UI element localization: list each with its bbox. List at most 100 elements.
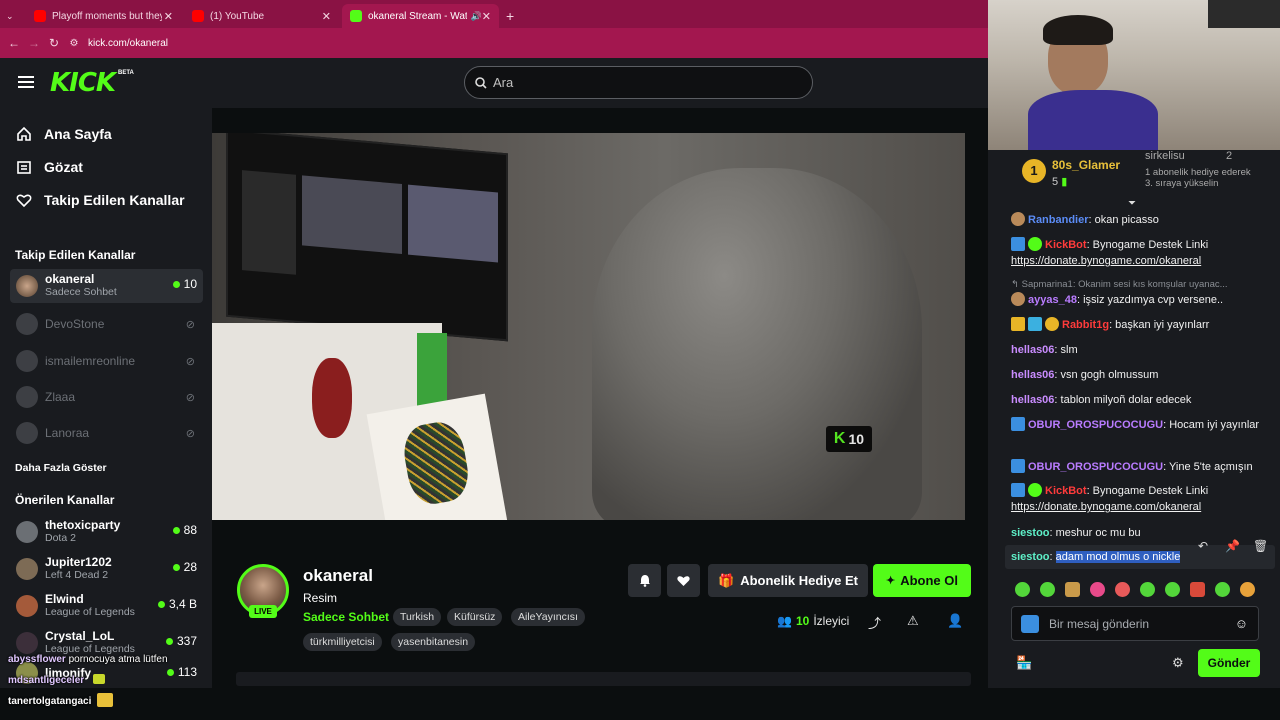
donation-link[interactable]: https://donate.bynogame.com/okaneral — [1011, 501, 1201, 513]
avatar — [16, 595, 38, 617]
channel-category: Left 4 Dead 2 — [45, 569, 109, 581]
chevron-down-icon[interactable]: ⏷ — [1128, 198, 1136, 209]
emoji-icon[interactable]: ☺ — [1235, 616, 1248, 631]
tag-turkmilliyetcisi[interactable]: türkmilliyetcisi — [303, 633, 382, 651]
url-text[interactable]: kick.com/okaneral — [88, 38, 168, 49]
emote-icon[interactable] — [1115, 582, 1130, 597]
notification-button[interactable] — [628, 564, 661, 597]
nav-home[interactable]: Ana Sayfa — [16, 126, 112, 142]
chat-message: OBUR_OROSPUCOCUGU: Yine 5'te açmışın — [1011, 459, 1266, 475]
emote-icon[interactable] — [1190, 582, 1205, 597]
rank-badge: 1 — [1022, 159, 1046, 183]
overlay-bar — [0, 688, 988, 720]
users-icon: 👥 — [777, 614, 792, 628]
channel-category: League of Legends — [45, 606, 135, 618]
followed-channel-lanoraa[interactable]: Lanoraa ⊘ — [10, 416, 203, 450]
streamer-name[interactable]: okaneral — [303, 566, 373, 586]
forward-icon[interactable]: → — [24, 36, 44, 50]
tab-title: okaneral Stream - Watch Li — [368, 10, 467, 22]
close-tab-icon[interactable]: ✕ — [322, 10, 331, 23]
user-actions-icon[interactable]: 👤 — [947, 613, 963, 629]
chat-input-box[interactable]: ☺ — [1011, 606, 1259, 641]
tag-kufursuz[interactable]: Küfürsüz — [447, 608, 503, 626]
search-input[interactable] — [493, 75, 773, 90]
channel-name: Jupiter1202 — [45, 555, 112, 569]
reply-icon[interactable]: ↶ — [1198, 539, 1208, 553]
close-tab-icon[interactable]: ✕ — [164, 10, 173, 23]
recommended-channel-elwind[interactable]: Elwind League of Legends 3,4 B — [10, 589, 203, 623]
browser-tab-bar: ⌄ Playoff moments but they get ✕ (1) You… — [0, 0, 988, 28]
share-icon[interactable]: ⤴ — [868, 613, 881, 632]
audio-icon[interactable]: 🔊 — [471, 11, 482, 22]
nav-following[interactable]: Takip Edilen Kanallar — [16, 192, 185, 208]
search-bar[interactable] — [464, 66, 813, 99]
pin-icon[interactable]: 📌 — [1225, 539, 1240, 553]
emote-icon[interactable] — [1090, 582, 1105, 597]
tag-turkish[interactable]: Turkish — [393, 608, 442, 626]
followed-channel-zlaaa[interactable]: Zlaaa ⊘ — [10, 380, 203, 414]
home-icon — [16, 126, 32, 142]
followed-channel-okaneral[interactable]: okaneral Sadece Sohbet 10 — [10, 269, 203, 303]
emote-icon[interactable] — [1040, 582, 1055, 597]
emote-icon[interactable] — [1215, 582, 1230, 597]
emote-icon[interactable] — [1165, 582, 1180, 597]
delete-icon[interactable]: 🗑 — [1253, 539, 1268, 553]
recommended-channel-thetoxicparty[interactable]: thetoxicparty Dota 2 88 — [10, 515, 203, 549]
emote-icon[interactable] — [1240, 582, 1255, 597]
channel-name: Zlaaa — [45, 389, 76, 404]
send-button[interactable]: Gönder — [1198, 649, 1260, 677]
overlay-chat-line: tanertolgatangaci — [8, 693, 114, 707]
recommended-channel-jupiter1202[interactable]: Jupiter1202 Left 4 Dead 2 28 — [10, 552, 203, 586]
emote-icon[interactable] — [1065, 582, 1080, 597]
gift-label: Abonelik Hediye Et — [740, 573, 858, 588]
close-tab-icon[interactable]: ✕ — [482, 10, 491, 23]
new-tab-button[interactable]: + — [502, 4, 522, 28]
channel-name: DevoStone — [45, 316, 105, 331]
report-icon[interactable]: ⚠ — [907, 613, 919, 629]
stream-category[interactable]: Sadece Sohbet — [303, 610, 389, 624]
show-more-link[interactable]: Daha Fazla Göster — [15, 462, 107, 474]
live-dot-icon — [172, 526, 180, 534]
badge-icon — [1028, 317, 1042, 331]
video-player[interactable]: K 10 — [212, 133, 965, 520]
chat-message: Rabbit1g: başkan iyi yayınlarr — [1011, 317, 1266, 333]
tag-yasenbitanesin[interactable]: yasenbitanesin — [391, 633, 476, 651]
leaderboard-first-name[interactable]: 80s_Glamer — [1052, 158, 1120, 172]
store-icon[interactable]: 🏪 — [1016, 655, 1032, 671]
kick-icon — [350, 10, 362, 22]
donation-link[interactable]: https://donate.bynogame.com/okaneral — [1011, 255, 1201, 267]
stream-title: Resim — [303, 591, 338, 605]
favorite-button[interactable] — [667, 564, 700, 597]
followed-channel-ismailemreonline[interactable]: ismailemreonline ⊘ — [10, 344, 203, 378]
settings-gear-icon[interactable]: ⚙ — [1172, 655, 1184, 671]
site-info-icon[interactable]: ⚙ — [64, 38, 84, 49]
tag-aileyayincisi[interactable]: AileYayıncısı — [511, 608, 585, 626]
browse-icon — [16, 159, 32, 175]
followed-channel-devostone[interactable]: DevoStone ⊘ — [10, 307, 203, 341]
viewer-count: 337 — [165, 634, 197, 648]
browser-tab-3[interactable]: okaneral Stream - Watch Li 🔊 ✕ — [342, 4, 499, 28]
chat-message: KickBot: Bynogame Destek Linki https://d… — [1011, 237, 1209, 267]
tab-list-button[interactable]: ⌄ — [6, 4, 20, 28]
subscribe-button[interactable]: ✦ Abone Ol — [873, 564, 971, 597]
address-bar: ← → ↻ ⚙ kick.com/okaneral — [0, 28, 988, 58]
site-header: KICK BETA — [0, 58, 988, 108]
reload-icon[interactable]: ↻ — [44, 36, 64, 50]
kick-logo[interactable]: KICK — [50, 68, 116, 98]
back-icon[interactable]: ← — [4, 36, 24, 50]
emote-icon[interactable] — [1015, 582, 1030, 597]
browser-tab-1[interactable]: Playoff moments but they get ✕ — [26, 4, 181, 28]
channel-name: okaneral — [45, 272, 95, 286]
nav-browse[interactable]: Gözat — [16, 159, 83, 175]
gift-subscription-button[interactable]: 🎁 Abonelik Hediye Et — [708, 564, 868, 597]
followed-section-title: Takip Edilen Kanallar — [15, 248, 136, 262]
channel-category: Sadece Sohbet — [45, 286, 117, 298]
streamer-hair — [1043, 15, 1113, 45]
emote-icon[interactable] — [1140, 582, 1155, 597]
leaderboard-second-name[interactable]: sirkelisu — [1145, 150, 1185, 162]
hamburger-menu-icon[interactable] — [18, 76, 34, 88]
leaderboard-second-count: 2 — [1226, 150, 1233, 162]
nav-label: Gözat — [44, 159, 83, 175]
chat-message-input[interactable] — [1049, 616, 1219, 631]
browser-tab-2[interactable]: (1) YouTube ✕ — [184, 4, 339, 28]
